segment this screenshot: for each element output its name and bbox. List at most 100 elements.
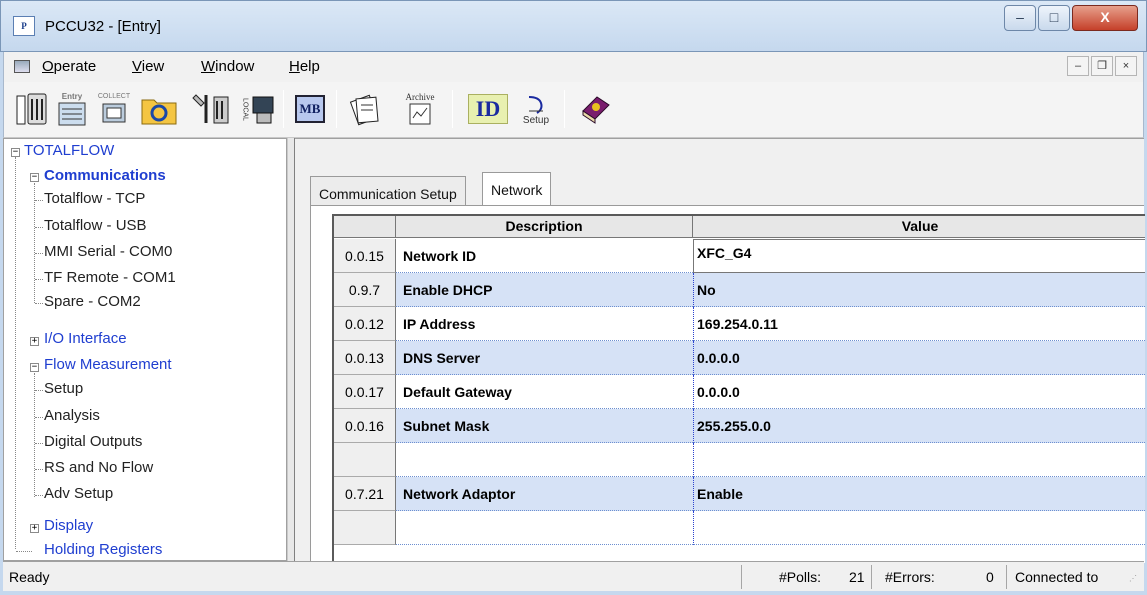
id-manager-button[interactable]: ID <box>464 88 512 130</box>
tab-communication-setup[interactable]: Communication Setup <box>310 176 466 206</box>
tab-network[interactable]: Network <box>482 172 552 206</box>
grid-row-subnet-mask[interactable]: 0.0.16 Subnet Mask 255.255.0.0 <box>334 409 1145 443</box>
folder-refresh-button[interactable] <box>139 88 179 130</box>
column-header-value[interactable]: Value <box>693 216 1145 238</box>
document-icon[interactable] <box>14 60 30 73</box>
row-value[interactable]: Enable <box>693 477 1145 511</box>
collect-button[interactable]: COLLECT <box>94 88 134 130</box>
tree-line <box>35 469 43 470</box>
row-index: 0.0.13 <box>334 341 396 375</box>
maximize-button[interactable]: □ <box>1038 5 1070 31</box>
value-edit-field[interactable]: XFC_G4 <box>693 239 1145 273</box>
tree-node-flow-measurement[interactable]: Flow Measurement <box>44 356 172 373</box>
grid-row-empty <box>334 443 1145 477</box>
expand-icon[interactable]: + <box>30 524 39 533</box>
row-description: Enable DHCP <box>396 273 693 307</box>
local-button[interactable]: LOCAL <box>240 88 276 130</box>
errors-value: 0 <box>986 569 994 585</box>
grid-row-enable-dhcp[interactable]: 0.9.7 Enable DHCP No <box>334 273 1145 307</box>
tree-line <box>35 390 43 391</box>
setup-icon <box>528 95 543 114</box>
grid-row-network-adaptor[interactable]: 0.7.21 Network Adaptor Enable <box>334 477 1145 511</box>
mdi-restore-button[interactable]: ❐ <box>1091 56 1113 76</box>
tree-node-adv-setup[interactable]: Adv Setup <box>44 485 113 502</box>
collapse-icon[interactable]: − <box>30 173 39 182</box>
minimize-button[interactable]: – <box>1004 5 1036 31</box>
tree-node-digital-outputs[interactable]: Digital Outputs <box>44 433 142 450</box>
mdi-close-button[interactable]: × <box>1115 56 1137 76</box>
setup-button[interactable]: Setup <box>516 88 556 130</box>
row-value[interactable]: 169.254.0.11 <box>693 307 1145 341</box>
expand-icon[interactable]: + <box>30 337 39 346</box>
row-value[interactable]: No <box>693 273 1145 307</box>
grid-row-empty <box>334 511 1145 545</box>
tree-node-totalflow[interactable]: TOTALFLOW <box>24 142 114 159</box>
tree-line <box>35 253 43 254</box>
grid-row-ip-address[interactable]: 0.0.12 IP Address 169.254.0.11 <box>334 307 1145 341</box>
mdi-controls: – ❐ × <box>1067 56 1137 76</box>
pane-splitter[interactable] <box>287 138 295 561</box>
archive-button[interactable]: Archive <box>396 88 444 130</box>
menu-window[interactable]: Window <box>201 58 254 75</box>
tree-node-setup[interactable]: Setup <box>44 380 83 397</box>
menu-operate[interactable]: Operate <box>42 58 96 75</box>
window-frame-bottom <box>0 591 1147 595</box>
row-index: 0.0.17 <box>334 375 396 409</box>
row-description: Default Gateway <box>396 375 693 409</box>
content-pane: Communication Setup Network Description … <box>295 138 1145 563</box>
tree-node-display[interactable]: Display <box>44 517 93 534</box>
toolbar-separator <box>336 90 337 128</box>
setup-label: Setup <box>522 114 550 126</box>
resize-grip-icon[interactable]: ⋰ <box>1129 574 1137 583</box>
tree-node-spare-com2[interactable]: Spare - COM2 <box>44 293 141 310</box>
mdi-minimize-button[interactable]: – <box>1067 56 1089 76</box>
tools-button[interactable] <box>189 88 233 130</box>
collapse-icon[interactable]: − <box>11 148 20 157</box>
app-icon[interactable]: P <box>13 16 35 36</box>
menu-view-accel: V <box>132 58 142 75</box>
device-icon[interactable] <box>14 88 50 130</box>
row-description: Subnet Mask <box>396 409 693 443</box>
grid-row-dns-server[interactable]: 0.0.13 DNS Server 0.0.0.0 <box>334 341 1145 375</box>
tree-node-io-interface[interactable]: I/O Interface <box>44 330 127 347</box>
column-header-description[interactable]: Description <box>396 216 693 238</box>
tree-node-totalflow-usb[interactable]: Totalflow - USB <box>44 217 147 234</box>
tree-node-holding-registers[interactable]: Holding Registers <box>44 541 162 558</box>
row-value[interactable]: 0.0.0.0 <box>693 341 1145 375</box>
row-description <box>396 511 693 545</box>
tools-icon <box>192 94 229 124</box>
tree-line <box>35 279 43 280</box>
id-icon: ID <box>468 94 508 124</box>
collapse-icon[interactable]: − <box>30 363 39 372</box>
row-value[interactable]: 0.0.0.0 <box>693 375 1145 409</box>
documents-icon <box>349 94 379 126</box>
row-description: IP Address <box>396 307 693 341</box>
tab-page-network: Description Value 0.0.15 Network ID XFC_… <box>310 205 1145 563</box>
help-book-button[interactable] <box>576 88 616 130</box>
row-description: DNS Server <box>396 341 693 375</box>
tree-node-tf-remote-com1[interactable]: TF Remote - COM1 <box>44 269 176 286</box>
tree-node-analysis[interactable]: Analysis <box>44 407 100 424</box>
row-index: 0.9.7 <box>334 273 396 307</box>
tree-line <box>35 227 43 228</box>
row-value[interactable]: 255.255.0.0 <box>693 409 1145 443</box>
status-separator <box>1006 565 1007 589</box>
tree-line <box>35 443 43 444</box>
entry-label: Entry <box>61 91 83 101</box>
tree-node-communications[interactable]: Communications <box>44 167 166 184</box>
entry-button[interactable]: Entry <box>54 88 90 130</box>
row-index <box>334 511 396 545</box>
reports-button[interactable] <box>346 88 386 130</box>
close-button[interactable]: X <box>1072 5 1138 31</box>
grid-row-default-gateway[interactable]: 0.0.17 Default Gateway 0.0.0.0 <box>334 375 1145 409</box>
tree-node-totalflow-tcp[interactable]: Totalflow - TCP <box>44 190 145 207</box>
tree-node-rs-and-no-flow[interactable]: RS and No Flow <box>44 459 153 476</box>
menu-view[interactable]: View <box>132 58 164 75</box>
tree-line <box>35 200 43 201</box>
row-value <box>693 443 1145 477</box>
modbus-button[interactable]: MB <box>292 88 328 130</box>
grid-row-network-id[interactable]: 0.0.15 Network ID XFC_G4 <box>334 239 1145 273</box>
tree-node-mmi-serial-com0[interactable]: MMI Serial - COM0 <box>44 243 172 260</box>
row-value <box>693 511 1145 545</box>
menu-help[interactable]: Help <box>289 58 320 75</box>
